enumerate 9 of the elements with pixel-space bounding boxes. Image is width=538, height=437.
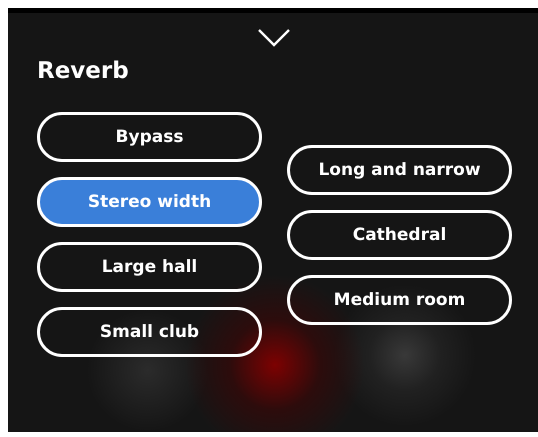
preset-button[interactable]: Stereo width: [37, 177, 262, 227]
preset-button[interactable]: Medium room: [287, 275, 512, 325]
preset-button[interactable]: Long and narrow: [287, 145, 512, 195]
preset-button[interactable]: Cathedral: [287, 210, 512, 260]
section-title: Reverb: [37, 58, 130, 84]
chevron-down-icon[interactable]: [257, 28, 291, 48]
preset-button[interactable]: Small club: [37, 307, 262, 357]
preset-button[interactable]: Bypass: [37, 112, 262, 162]
preset-button[interactable]: Large hall: [37, 242, 262, 292]
